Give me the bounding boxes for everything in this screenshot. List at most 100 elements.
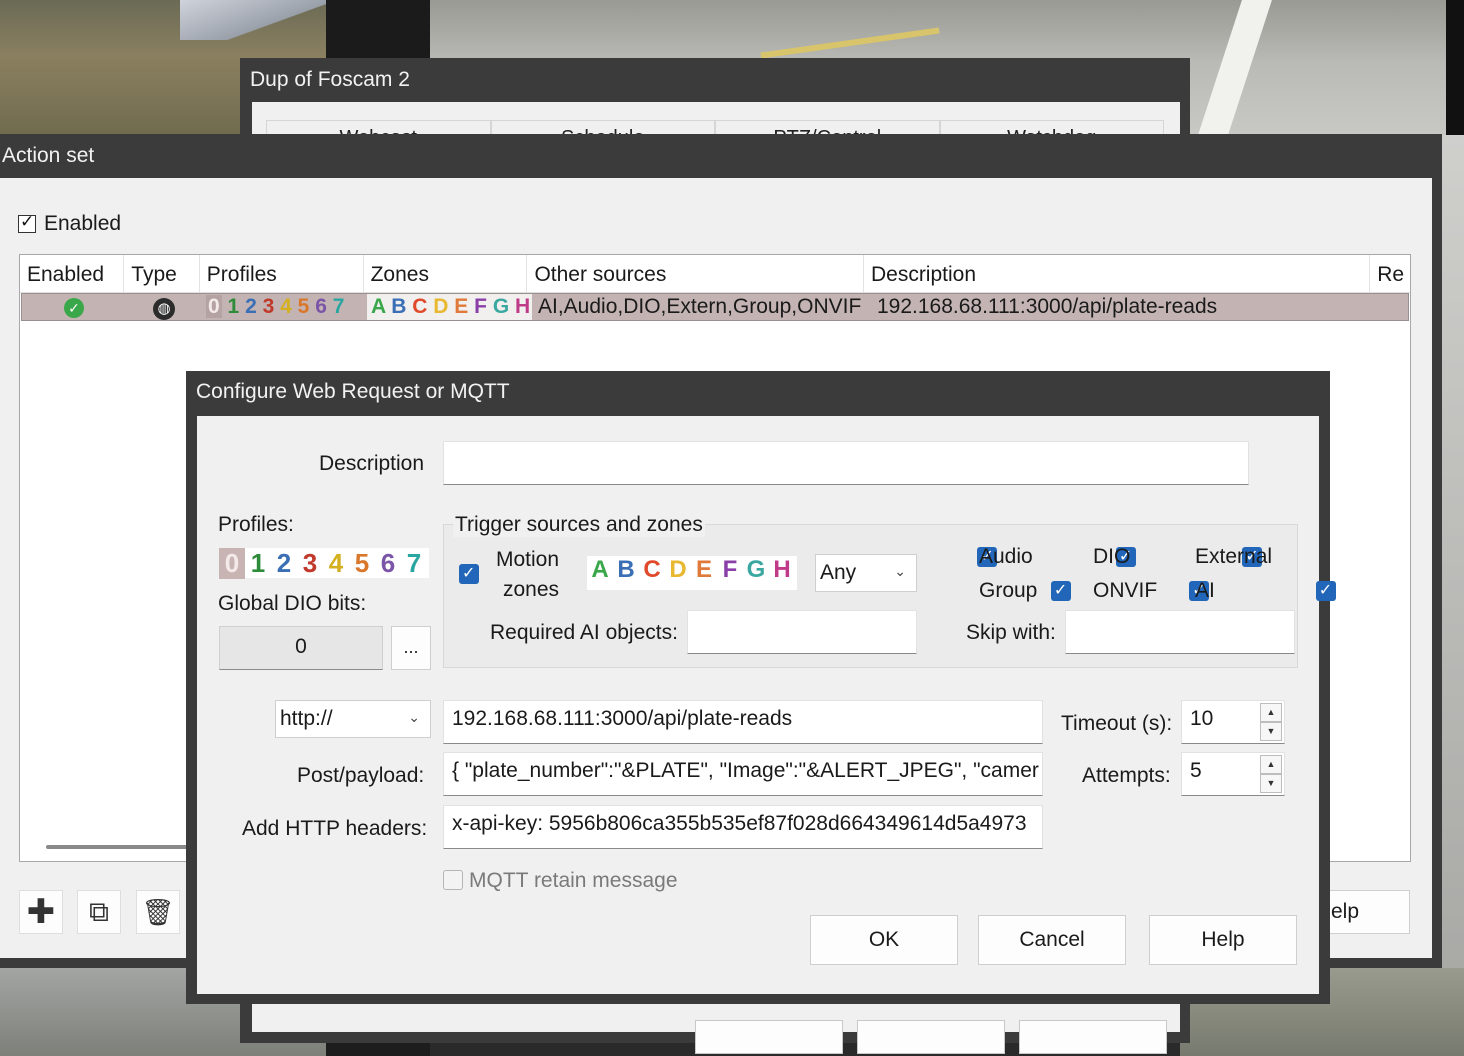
- table-header: Enabled Type Profiles Zones Other source…: [20, 255, 1410, 293]
- row-type-cell: ◍: [126, 294, 202, 320]
- horizontal-scrollbar[interactable]: [46, 845, 206, 849]
- mqtt-retain-checkbox[interactable]: [443, 870, 463, 890]
- delete-action-button[interactable]: 🗑: [136, 890, 180, 934]
- spin-down-icon[interactable]: ▼: [1260, 722, 1282, 741]
- zones-match-combo[interactable]: Any ⌄: [815, 554, 917, 592]
- zone-f-toggle[interactable]: F: [717, 556, 743, 584]
- attempts-spin-buttons: ▲ ▼: [1260, 755, 1282, 793]
- global-dio-field[interactable]: 0: [219, 626, 383, 670]
- timeout-label: Timeout (s):: [1061, 712, 1173, 735]
- zone-letter: G: [492, 295, 510, 318]
- profile-5-toggle[interactable]: 5: [349, 548, 375, 579]
- profile-digit: 4: [280, 295, 292, 318]
- url-field[interactable]: 192.168.68.111:3000/api/plate-reads: [443, 700, 1043, 744]
- global-dio-browse-button[interactable]: ...: [391, 626, 431, 670]
- global-dio-label: Global DIO bits:: [218, 592, 367, 615]
- required-ai-field[interactable]: [687, 610, 917, 654]
- add-action-button[interactable]: ✚: [19, 890, 63, 934]
- trash-icon: 🗑: [141, 897, 175, 927]
- dialog-title: Configure Web Request or MQTT: [196, 380, 510, 403]
- column-header-re[interactable]: Re: [1370, 255, 1410, 292]
- profile-3-toggle[interactable]: 3: [297, 548, 323, 579]
- row-description-cell: 192.168.68.111:3000/api/plate-reads: [877, 295, 1218, 318]
- zones-match-value: Any: [820, 561, 857, 584]
- required-ai-label: Required AI objects:: [490, 621, 678, 644]
- profile-2-toggle[interactable]: 2: [271, 548, 297, 579]
- globe-icon: ◍: [153, 298, 175, 320]
- column-header-enabled[interactable]: Enabled: [20, 255, 125, 292]
- motion-zones-label-line2: zones: [503, 578, 560, 601]
- column-header-type[interactable]: Type: [124, 255, 200, 292]
- chevron-down-icon: ⌄: [408, 709, 420, 725]
- profile-digit: 6: [315, 295, 327, 318]
- timeout-spin-buttons: ▲ ▼: [1260, 703, 1282, 741]
- camera-feed-road-left: [180, 0, 330, 40]
- zone-c-toggle[interactable]: C: [639, 556, 665, 584]
- spin-up-icon[interactable]: ▲: [1260, 703, 1282, 722]
- duplicate-action-button[interactable]: ⧉: [77, 890, 121, 934]
- zone-letter: H: [515, 295, 531, 318]
- description-field[interactable]: [443, 441, 1249, 485]
- column-header-description[interactable]: Description: [864, 255, 1371, 292]
- timeout-spinner[interactable]: 10 ▲ ▼: [1181, 700, 1285, 744]
- profile-7-toggle[interactable]: 7: [401, 548, 427, 579]
- profile-0-toggle[interactable]: 0: [219, 548, 245, 579]
- dialog-body: Description Profiles: 01234567 Global DI…: [197, 416, 1336, 994]
- zones-selector[interactable]: ABCDEFGH: [587, 556, 797, 590]
- row-profiles-cell: 0 1 2 3 4 5 6 7: [202, 294, 367, 320]
- profiles-selector[interactable]: 01234567: [219, 548, 429, 579]
- profile-digit: 3: [262, 295, 275, 318]
- zone-letter: F: [474, 295, 487, 318]
- footer-button-3[interactable]: [1019, 1020, 1167, 1054]
- table-row[interactable]: ✓ ◍ 0 1 2 3 4 5 6 7 A B C D E F G H AI,A…: [21, 293, 1409, 321]
- skip-with-field[interactable]: [1065, 610, 1295, 654]
- window-title: Action set: [2, 144, 95, 167]
- column-header-zones[interactable]: Zones: [364, 255, 528, 292]
- window-title: Dup of Foscam 2: [250, 68, 410, 91]
- zone-a-toggle[interactable]: A: [587, 556, 613, 584]
- spin-down-icon[interactable]: ▼: [1260, 774, 1282, 793]
- http-headers-label: Add HTTP headers:: [242, 817, 428, 840]
- enabled-checkbox-row[interactable]: Enabled: [18, 212, 121, 236]
- zone-g-toggle[interactable]: G: [743, 556, 769, 584]
- spin-up-icon[interactable]: ▲: [1260, 755, 1282, 774]
- row-enabled-cell: ✓: [22, 294, 126, 320]
- timeout-value: 10: [1190, 707, 1214, 730]
- zone-letter: D: [433, 295, 449, 318]
- skip-with-label: Skip with:: [966, 621, 1056, 644]
- column-header-other-sources[interactable]: Other sources: [527, 255, 864, 292]
- zone-letter: C: [412, 295, 428, 318]
- enabled-label: Enabled: [44, 212, 122, 235]
- column-header-profiles[interactable]: Profiles: [200, 255, 364, 292]
- camera-feed-divider: [326, 0, 430, 60]
- help-button[interactable]: Help: [1149, 915, 1297, 965]
- attempts-spinner[interactable]: 5 ▲ ▼: [1181, 752, 1285, 796]
- row-zones-cell: A B C D E F G H: [367, 294, 532, 320]
- zone-b-toggle[interactable]: B: [613, 556, 639, 584]
- zone-d-toggle[interactable]: D: [665, 556, 691, 584]
- profile-6-toggle[interactable]: 6: [375, 548, 401, 579]
- protocol-combo[interactable]: http:// ⌄: [275, 700, 431, 738]
- zone-e-toggle[interactable]: E: [691, 556, 717, 584]
- footer-button-1[interactable]: [695, 1020, 843, 1054]
- onvif-label: ONVIF: [1093, 579, 1158, 602]
- chevron-down-icon: ⌄: [894, 563, 906, 579]
- post-payload-field[interactable]: { "plate_number":"&PLATE", "Image":"&ALE…: [443, 752, 1043, 796]
- enabled-checkbox[interactable]: [18, 212, 36, 233]
- cancel-button[interactable]: Cancel: [978, 915, 1126, 965]
- http-headers-field[interactable]: x-api-key: 5956b806ca355b535ef87f028d664…: [443, 805, 1043, 849]
- ok-button[interactable]: OK: [810, 915, 958, 965]
- zone-h-toggle[interactable]: H: [769, 556, 795, 584]
- profile-digit: 5: [297, 295, 310, 318]
- footer-button-2[interactable]: [857, 1020, 1005, 1054]
- attempts-label: Attempts:: [1082, 764, 1171, 787]
- zone-letter: B: [391, 295, 407, 318]
- ai-checkbox[interactable]: [1315, 580, 1336, 601]
- motion-zones-checkbox[interactable]: [459, 563, 479, 584]
- plus-icon: ✚: [26, 893, 56, 931]
- profile-1-toggle[interactable]: 1: [245, 548, 271, 579]
- group-checkbox[interactable]: [1050, 580, 1071, 601]
- group-label: Group: [979, 579, 1038, 602]
- profile-4-toggle[interactable]: 4: [323, 548, 349, 579]
- profile-digit: 1: [227, 295, 240, 318]
